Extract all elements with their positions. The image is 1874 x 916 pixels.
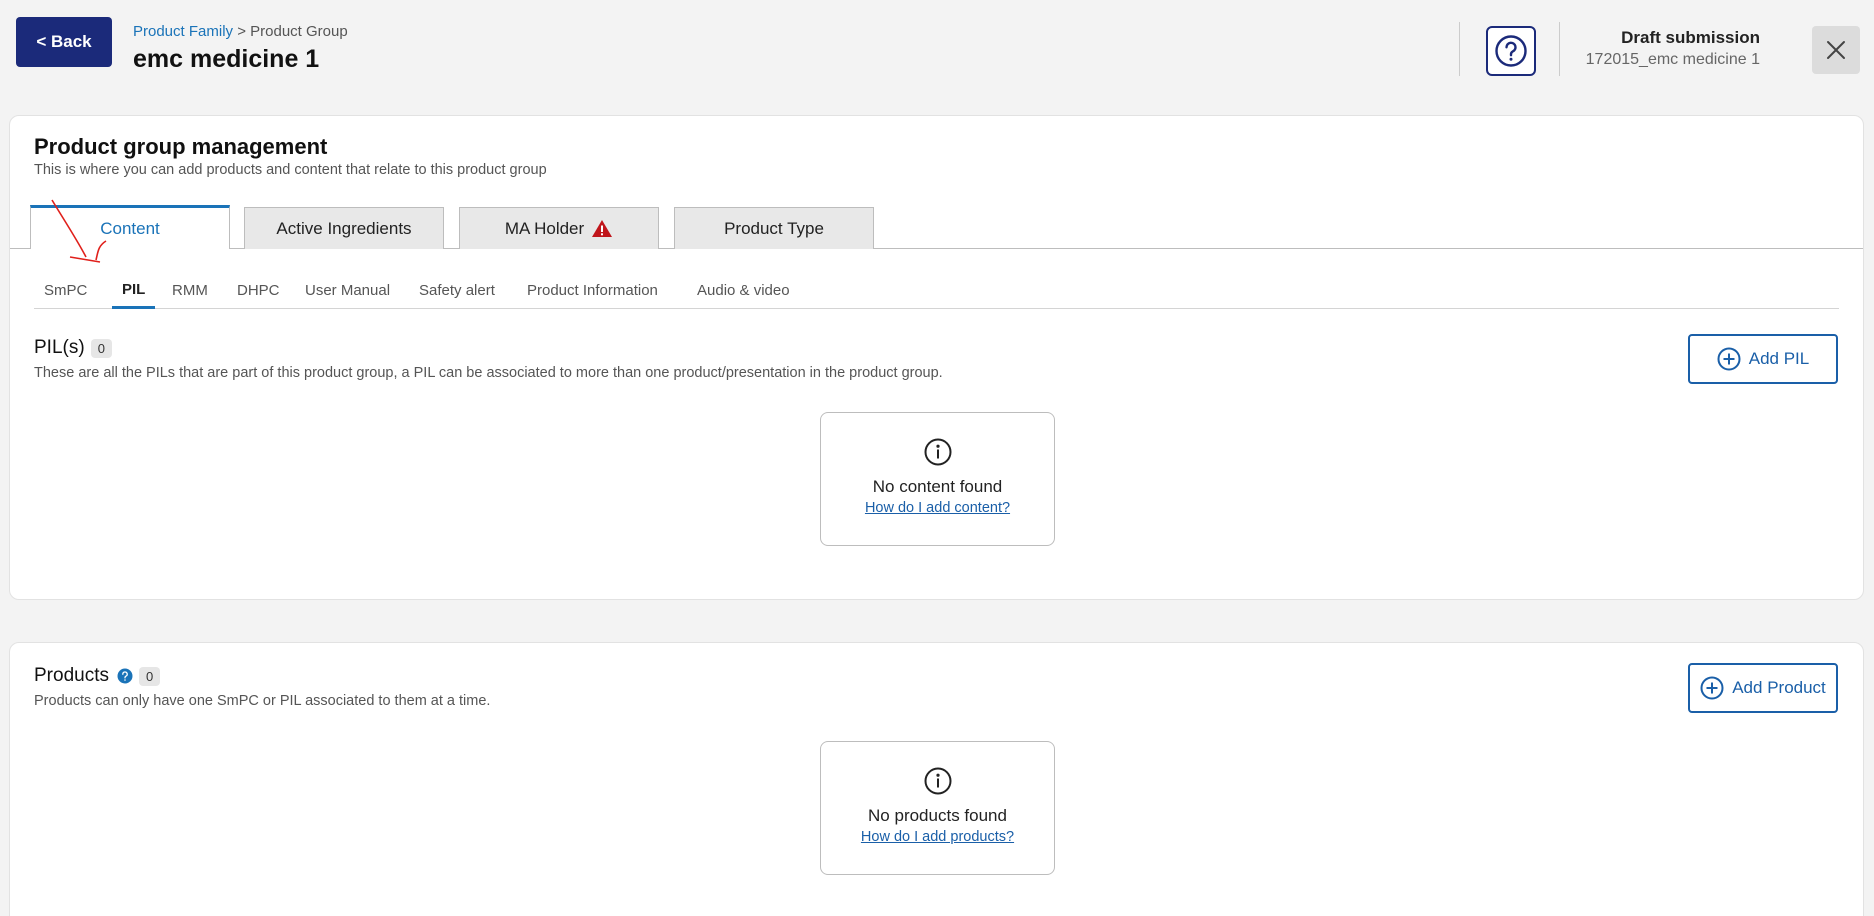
how-to-add-products-link[interactable]: How do I add products? (861, 829, 1014, 845)
draft-title: Draft submission (1621, 28, 1760, 47)
products-title: Products (34, 665, 109, 686)
products-subtitle: Products can only have one SmPC or PIL a… (34, 693, 491, 709)
tab-active-ingredients[interactable]: Active Ingredients (244, 207, 444, 249)
pils-subtitle: These are all the PILs that are part of … (34, 365, 943, 381)
tab-product-type[interactable]: Product Type (674, 207, 874, 249)
add-product-button[interactable]: Add Product (1688, 663, 1838, 713)
add-pil-button[interactable]: Add PIL (1688, 334, 1838, 384)
pils-title: PIL(s) (34, 337, 85, 358)
close-button[interactable] (1812, 26, 1860, 74)
subtab-product-information[interactable]: Product Information (527, 273, 658, 307)
content-subtabs: SmPC PIL RMM DHPC User Manual Safety ale… (34, 273, 1839, 309)
info-icon (924, 438, 951, 466)
main-tabs: Content Active Ingredients MA Holder Pro… (10, 205, 1863, 249)
close-icon (1827, 41, 1845, 59)
pils-empty-title: No content found (872, 477, 1003, 496)
breadcrumb-separator: > (233, 23, 251, 40)
question-dot-icon[interactable] (117, 668, 133, 684)
pils-count-badge: 0 (90, 338, 112, 358)
add-circle-icon (1700, 676, 1724, 700)
breadcrumb: Product Family > Product Group (133, 23, 348, 40)
draft-submission-info: Draft submission 172015_emc medicine 1 (1586, 28, 1760, 69)
products-card: Products 0 Products can only have one Sm… (9, 642, 1864, 916)
subtab-rmm[interactable]: RMM (172, 273, 208, 307)
help-button[interactable] (1486, 26, 1536, 76)
back-button[interactable]: < Back (16, 17, 112, 67)
add-product-label: Add Product (1732, 678, 1826, 697)
products-count-badge: 0 (138, 666, 161, 686)
subtab-pil[interactable]: PIL (112, 273, 156, 309)
tab-ma-holder[interactable]: MA Holder (459, 207, 659, 249)
pils-empty-state: No content found How do I add content? (820, 412, 1055, 546)
page-title: emc medicine 1 (133, 45, 320, 73)
header-divider (1459, 22, 1460, 76)
tab-label: Content (100, 218, 160, 238)
breadcrumb-product-family-link[interactable]: Product Family (133, 23, 233, 40)
subtab-smpc[interactable]: SmPC (44, 273, 87, 307)
products-empty-state: No products found How do I add products? (820, 741, 1055, 875)
tab-label: Product Type (724, 218, 824, 238)
product-group-management-card: Product group management This is where y… (9, 115, 1864, 600)
add-circle-icon (1717, 347, 1741, 371)
products-header: Products 0 (34, 665, 161, 687)
subtab-dhpc[interactable]: DHPC (237, 273, 280, 307)
header-divider (1559, 22, 1560, 76)
subtab-safety-alert[interactable]: Safety alert (419, 273, 495, 307)
pils-header: PIL(s) 0 (34, 337, 112, 359)
tab-label: Active Ingredients (276, 218, 412, 238)
tab-content[interactable]: Content (30, 205, 230, 249)
draft-id: 172015_emc medicine 1 (1585, 51, 1760, 68)
management-title: Product group management (34, 134, 328, 159)
add-pil-label: Add PIL (1748, 349, 1810, 368)
how-to-add-content-link[interactable]: How do I add content? (865, 500, 1010, 516)
warning-icon (591, 219, 613, 238)
breadcrumb-current: Product Group (250, 23, 348, 40)
management-subtitle: This is where you can add products and c… (34, 162, 547, 178)
tab-label: MA Holder (504, 218, 585, 238)
subtab-audio-video[interactable]: Audio & video (697, 273, 790, 307)
products-empty-title: No products found (868, 806, 1007, 825)
subtab-user-manual[interactable]: User Manual (305, 273, 390, 307)
info-icon (924, 767, 951, 795)
help-icon (1495, 35, 1527, 67)
